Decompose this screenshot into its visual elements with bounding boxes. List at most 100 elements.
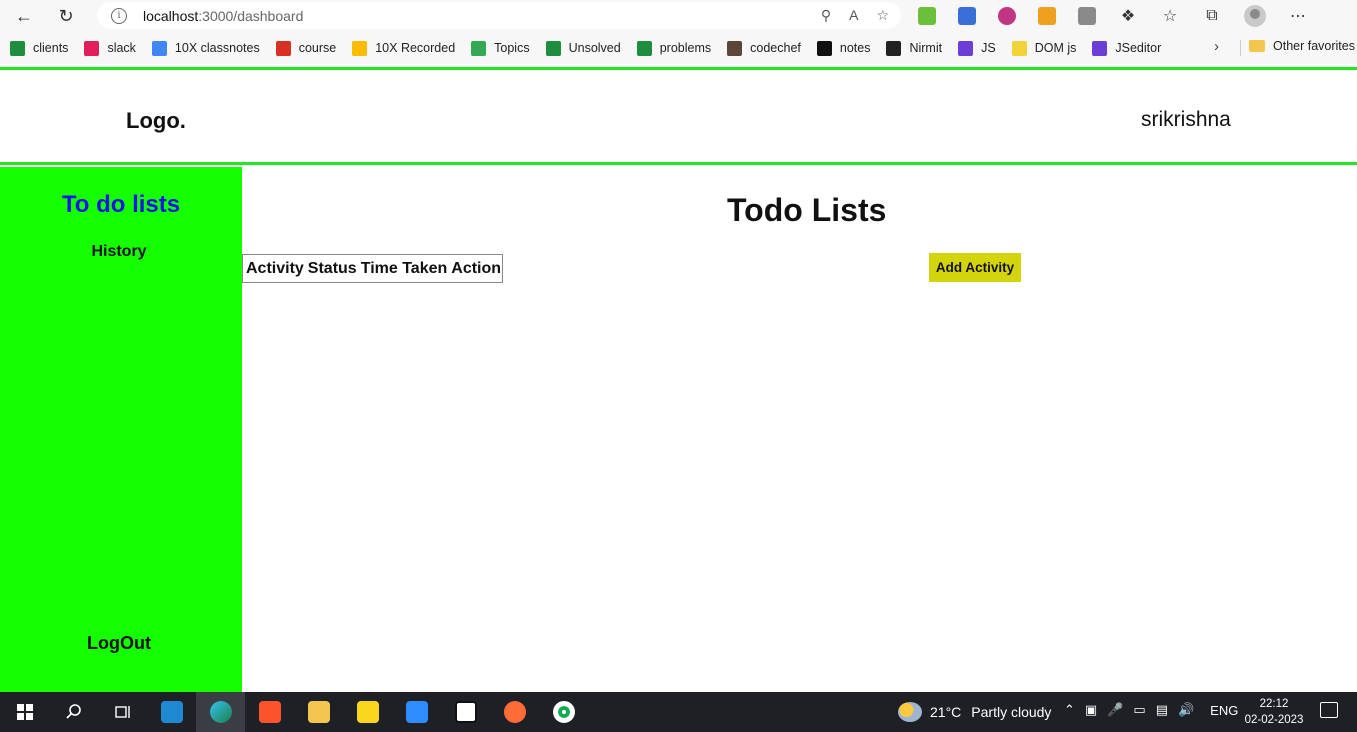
drive-icon bbox=[471, 40, 487, 56]
bookmark-item[interactable]: 10X classnotes bbox=[151, 40, 260, 56]
page-title: Todo Lists bbox=[727, 192, 887, 228]
download-extension-icon[interactable] bbox=[918, 7, 936, 25]
info-icon[interactable]: i bbox=[111, 7, 127, 24]
sidebar: To do lists History LogOut bbox=[0, 167, 242, 692]
search-icon[interactable] bbox=[49, 692, 98, 732]
network-icon[interactable]: ▤ bbox=[1156, 702, 1168, 718]
bookmark-label: notes bbox=[839, 41, 871, 55]
logout-button[interactable]: LogOut bbox=[0, 633, 238, 654]
windows-start-icon[interactable] bbox=[0, 692, 49, 732]
favorites-icon[interactable]: ☆ bbox=[1160, 6, 1180, 26]
bookmark-item[interactable]: Nirmit bbox=[886, 40, 943, 56]
bookmark-item[interactable]: DOM js bbox=[1011, 40, 1077, 56]
bookmark-item[interactable]: notes bbox=[816, 40, 871, 56]
bookmark-item[interactable]: course bbox=[275, 40, 337, 56]
bookmark-label: course bbox=[298, 41, 337, 55]
bookmark-item[interactable]: JSeditor bbox=[1092, 40, 1161, 56]
notifications-icon[interactable] bbox=[1320, 702, 1338, 718]
sheets-icon bbox=[10, 40, 25, 56]
sheets-icon bbox=[636, 40, 652, 56]
postman-icon[interactable] bbox=[490, 692, 539, 732]
table-header-row: Activity Status Time Taken Action bbox=[243, 255, 503, 283]
bookmark-label: 10X classnotes bbox=[174, 41, 260, 55]
address-bar[interactable]: i localhost:3000/dashboard ⚲ A ☆ bbox=[97, 2, 901, 29]
collections-icon[interactable]: ⧉ bbox=[1202, 7, 1222, 25]
other-favorites[interactable]: Other favorites bbox=[1249, 39, 1355, 53]
language-indicator[interactable]: ENG bbox=[1210, 703, 1238, 718]
meet-now-icon[interactable]: ▣ bbox=[1085, 702, 1097, 718]
key-icon[interactable]: ⚲ bbox=[821, 7, 831, 24]
read-aloud-icon[interactable]: A bbox=[849, 7, 858, 24]
bookmark-label: DOM js bbox=[1034, 41, 1077, 55]
volume-icon[interactable]: 🔊 bbox=[1178, 702, 1194, 718]
back-icon[interactable]: ← bbox=[6, 2, 42, 30]
todo-table: Activity Status Time Taken Action bbox=[242, 254, 504, 283]
username[interactable]: srikrishna bbox=[1141, 108, 1231, 132]
refresh-icon[interactable]: ↻ bbox=[48, 2, 84, 30]
weather-text: Partly cloudy bbox=[971, 704, 1052, 720]
bookmark-label: slack bbox=[107, 41, 136, 55]
sheets-icon bbox=[545, 40, 561, 56]
column-header-status: Status bbox=[307, 260, 357, 277]
sidebar-item-todo-lists[interactable]: To do lists bbox=[0, 191, 242, 219]
weather-temp: 21°C bbox=[930, 704, 962, 720]
other-favorites-label: Other favorites bbox=[1273, 39, 1355, 53]
chevron-right-icon[interactable]: › bbox=[1214, 38, 1219, 55]
weather-widget[interactable]: 21°C Partly cloudy bbox=[898, 702, 1051, 722]
divider bbox=[1240, 40, 1241, 56]
stats-extension-icon[interactable] bbox=[1078, 7, 1096, 25]
bookmark-item[interactable]: JS bbox=[958, 40, 996, 56]
profile-avatar[interactable] bbox=[1244, 5, 1266, 27]
chevron-up-icon[interactable]: ⌃ bbox=[1064, 702, 1075, 718]
color-extension-icon[interactable] bbox=[998, 7, 1016, 25]
notion-icon[interactable] bbox=[441, 692, 490, 732]
url-path: :3000/dashboard bbox=[198, 7, 304, 24]
replit-icon bbox=[1092, 40, 1108, 56]
more-menu-icon[interactable]: ⋯ bbox=[1288, 6, 1308, 26]
column-header-activity: Activity bbox=[246, 260, 304, 277]
bookmark-item[interactable]: slack bbox=[84, 40, 136, 56]
bookmark-item[interactable]: codechef bbox=[727, 40, 801, 56]
bookmark-label: problems bbox=[659, 41, 712, 55]
replit-icon bbox=[958, 40, 974, 56]
extension-icon[interactable] bbox=[958, 7, 976, 25]
task-view-icon[interactable] bbox=[98, 692, 147, 732]
edge-icon[interactable] bbox=[196, 692, 245, 732]
10x-icon bbox=[275, 40, 291, 56]
sticky-notes-icon[interactable] bbox=[343, 692, 392, 732]
clock-date: 02-02-2023 bbox=[1244, 714, 1304, 726]
bookmark-label: clients bbox=[33, 41, 69, 55]
js-icon bbox=[1011, 40, 1027, 56]
bookmark-item[interactable]: problems bbox=[636, 40, 712, 56]
brave-icon[interactable] bbox=[245, 692, 294, 732]
sidebar-item-history[interactable]: History bbox=[0, 243, 238, 261]
bookmark-item[interactable]: Unsolved bbox=[545, 40, 621, 56]
file-explorer-icon[interactable] bbox=[294, 692, 343, 732]
bookmark-label: 10X Recorded bbox=[375, 41, 456, 55]
battery-icon[interactable]: ▭ bbox=[1133, 702, 1145, 718]
bookmark-label: Topics bbox=[494, 41, 530, 55]
vscode-icon[interactable] bbox=[147, 692, 196, 732]
extensions-icon[interactable]: ❖ bbox=[1118, 6, 1138, 26]
bookmark-item[interactable]: 10X Recorded bbox=[352, 40, 456, 56]
system-tray: ⌃ ▣ 🎤 ▭ ▤ 🔊 ENG bbox=[1064, 702, 1238, 718]
bookmark-label: Nirmit bbox=[909, 41, 943, 55]
add-activity-button[interactable]: Add Activity bbox=[929, 253, 1021, 282]
notion-icon bbox=[816, 40, 832, 56]
bookmark-label: codechef bbox=[750, 41, 801, 55]
notes-extension-icon[interactable] bbox=[1038, 7, 1056, 25]
codechef-icon bbox=[727, 40, 743, 56]
app-header: Logo. srikrishna bbox=[0, 67, 1357, 165]
bookmark-item[interactable]: clients bbox=[10, 40, 69, 56]
column-header-action: Action bbox=[451, 260, 502, 277]
favorite-add-icon[interactable]: ☆ bbox=[876, 7, 889, 24]
bookmark-item[interactable]: Topics bbox=[471, 40, 530, 56]
zoom-icon[interactable] bbox=[392, 692, 441, 732]
bookmark-label: JS bbox=[981, 41, 996, 55]
microphone-icon[interactable]: 🎤 bbox=[1107, 702, 1123, 718]
url-host: localhost bbox=[143, 7, 199, 24]
browser-toolbar: ← ↻ i localhost:3000/dashboard ⚲ A ☆ ❖ ☆… bbox=[0, 0, 1357, 32]
clock[interactable]: 22:12 02-02-2023 bbox=[1244, 696, 1304, 728]
mongodb-compass-icon[interactable] bbox=[539, 692, 588, 732]
github-icon bbox=[886, 40, 902, 56]
